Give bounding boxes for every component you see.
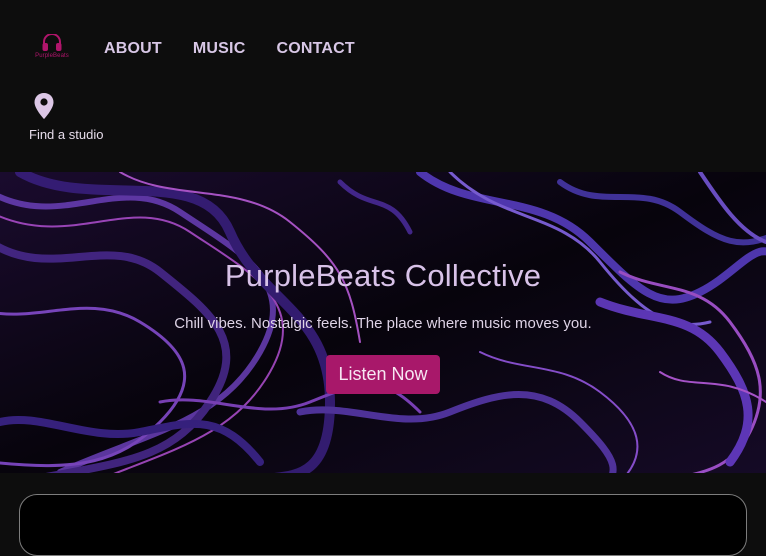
main-nav: ABOUT MUSIC CONTACT <box>104 40 355 58</box>
content-card <box>19 494 747 556</box>
find-studio-label: Find a studio <box>29 127 104 142</box>
hero-title: PurpleBeats Collective <box>224 258 542 293</box>
hero-banner: PurpleBeats Collective Chill vibes. Nost… <box>0 172 766 473</box>
find-studio-link[interactable]: Find a studio <box>29 92 103 142</box>
site-header: PurpleBeats ABOUT MUSIC CONTACT Find a s… <box>0 0 766 172</box>
nav-item-music[interactable]: MUSIC <box>193 40 246 58</box>
headphones-icon <box>42 34 62 51</box>
brand-name: PurpleBeats <box>35 53 69 59</box>
listen-now-button[interactable]: Listen Now <box>326 355 440 394</box>
hero-subtitle: Chill vibes. Nostalgic feels. The place … <box>174 315 592 332</box>
brand-logo[interactable]: PurpleBeats <box>30 34 74 64</box>
nav-item-contact[interactable]: CONTACT <box>276 40 354 58</box>
nav-item-about[interactable]: ABOUT <box>104 40 162 58</box>
location-pin-icon <box>34 93 54 119</box>
